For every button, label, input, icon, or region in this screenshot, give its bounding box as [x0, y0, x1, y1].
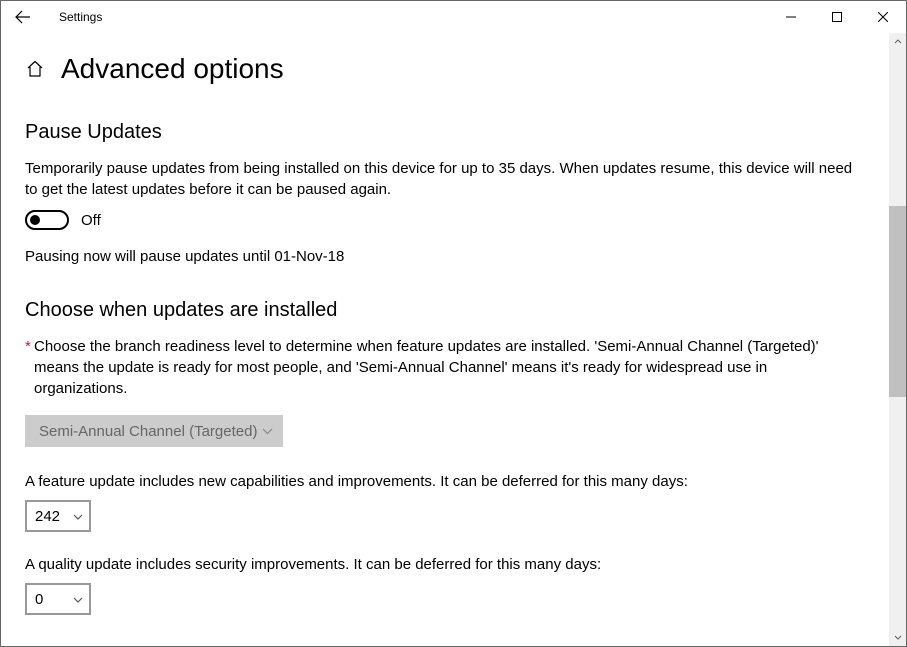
- branch-readiness-selected: Semi-Annual Channel (Targeted): [39, 423, 257, 440]
- scroll-up-button[interactable]: [889, 33, 906, 50]
- branch-section-title: Choose when updates are installed: [25, 299, 882, 322]
- pause-toggle[interactable]: [25, 210, 69, 230]
- pause-toggle-state: Off: [81, 212, 101, 229]
- minimize-icon: [786, 12, 796, 22]
- chevron-down-icon: [73, 592, 83, 606]
- back-button[interactable]: [1, 1, 45, 33]
- scrollbar[interactable]: [889, 33, 906, 646]
- defer-quality-value: 0: [35, 591, 43, 608]
- branch-description: Choose the branch readiness level to det…: [34, 338, 819, 397]
- page-header: Advanced options: [25, 53, 882, 85]
- defer-quality-description: A quality update includes security impro…: [25, 556, 882, 573]
- titlebar: Settings: [1, 1, 906, 33]
- chevron-down-icon: [894, 635, 902, 640]
- pause-until-text: Pausing now will pause updates until 01-…: [25, 248, 882, 265]
- scroll-thumb[interactable]: [889, 206, 906, 397]
- chevron-down-icon: [262, 424, 273, 438]
- home-icon[interactable]: [25, 59, 45, 79]
- policy-asterisk-icon: *: [25, 336, 31, 357]
- window-title: Settings: [59, 10, 102, 24]
- page-title: Advanced options: [61, 53, 284, 85]
- chevron-up-icon: [894, 39, 902, 44]
- pause-toggle-row: Off: [25, 210, 882, 230]
- defer-quality-combo[interactable]: 0: [25, 583, 91, 615]
- back-arrow-icon: [15, 9, 31, 25]
- maximize-icon: [832, 12, 842, 22]
- pause-section-title: Pause Updates: [25, 121, 882, 144]
- maximize-button[interactable]: [814, 1, 860, 33]
- defer-feature-description: A feature update includes new capabiliti…: [25, 473, 882, 490]
- content-area: Advanced options Pause Updates Temporari…: [1, 33, 906, 646]
- branch-readiness-combo[interactable]: Semi-Annual Channel (Targeted): [25, 415, 283, 447]
- chevron-down-icon: [73, 509, 83, 523]
- close-button[interactable]: [860, 1, 906, 33]
- defer-feature-combo[interactable]: 242: [25, 500, 91, 532]
- pause-description: Temporarily pause updates from being ins…: [25, 158, 875, 200]
- defer-feature-value: 242: [35, 508, 60, 525]
- branch-description-wrap: * Choose the branch readiness level to d…: [25, 336, 875, 399]
- close-icon: [878, 12, 888, 22]
- toggle-knob: [30, 215, 40, 225]
- scroll-down-button[interactable]: [889, 629, 906, 646]
- scroll-track[interactable]: [889, 50, 906, 629]
- minimize-button[interactable]: [768, 1, 814, 33]
